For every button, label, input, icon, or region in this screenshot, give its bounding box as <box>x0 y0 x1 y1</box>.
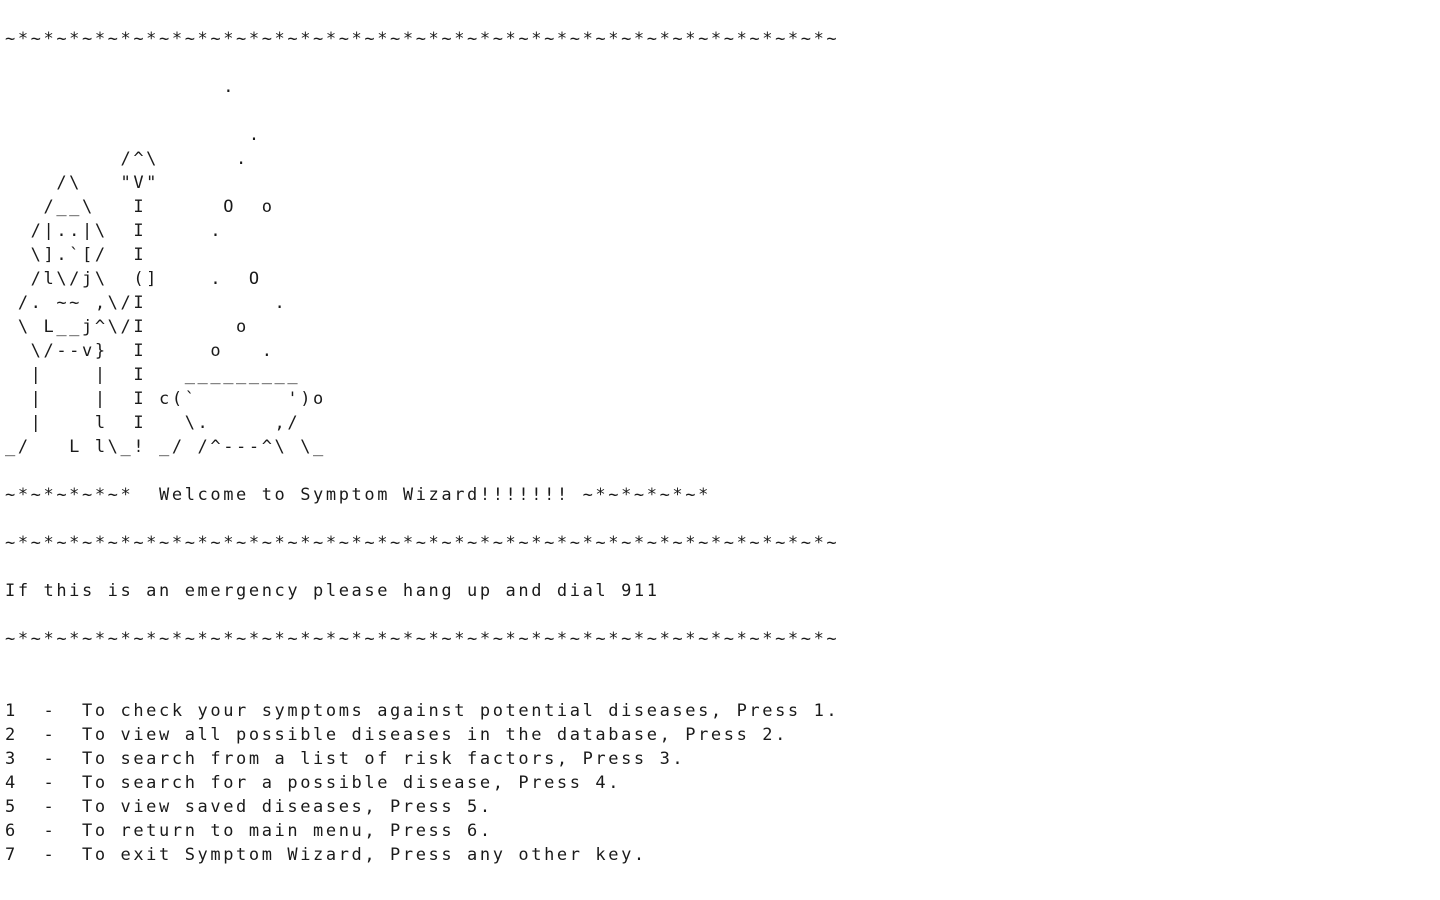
wizard-art-line: /l\/j\ (] . O <box>5 269 262 289</box>
wizard-art-line: /\ "V" <box>5 173 160 193</box>
emergency-notice: If this is an emergency please hang up a… <box>5 581 660 601</box>
wizard-art-line: | l I \. ,/ <box>5 413 301 433</box>
wizard-art-line: /|..|\ I . <box>5 221 224 241</box>
wizard-art-line: . <box>5 125 262 145</box>
menu-option-5: 5 - To view saved diseases, Press 5. <box>5 797 493 817</box>
menu-option-6: 6 - To return to main menu, Press 6. <box>5 821 493 841</box>
wizard-art-line: _/ L l\_! _/ /^---^\ \_ <box>5 437 326 457</box>
menu-option-2: 2 - To view all possible diseases in the… <box>5 725 788 745</box>
wizard-art-line: \].`[/ I <box>5 245 147 265</box>
top-border: ~*~*~*~*~*~*~*~*~*~*~*~*~*~*~*~*~*~*~*~*… <box>5 29 840 49</box>
menu-option-4: 4 - To search for a possible disease, Pr… <box>5 773 622 793</box>
welcome-banner: ~*~*~*~*~* Welcome to Symptom Wizard!!!!… <box>5 485 711 505</box>
wizard-art-line: | | I _________ <box>5 365 301 385</box>
bottom-border: ~*~*~*~*~*~*~*~*~*~*~*~*~*~*~*~*~*~*~*~*… <box>5 629 840 649</box>
wizard-art-line: . <box>5 77 237 97</box>
terminal-window[interactable]: ~*~*~*~*~*~*~*~*~*~*~*~*~*~*~*~*~*~*~*~*… <box>0 0 1440 900</box>
wizard-art-line: /. ~~ ,\/I . <box>5 293 288 313</box>
wizard-art-line: | | I c(` ')o <box>5 389 326 409</box>
wizard-art-line: \ L__j^\/I o <box>5 317 249 337</box>
wizard-art-line: \/--v} I o . <box>5 341 275 361</box>
menu-option-3: 3 - To search from a list of risk factor… <box>5 749 686 769</box>
wizard-art-line: /__\ I O o <box>5 197 275 217</box>
middle-border: ~*~*~*~*~*~*~*~*~*~*~*~*~*~*~*~*~*~*~*~*… <box>5 533 840 553</box>
menu-option-7: 7 - To exit Symptom Wizard, Press any ot… <box>5 845 647 865</box>
menu-option-1: 1 - To check your symptoms against poten… <box>5 701 840 721</box>
wizard-art-line: /^\ . <box>5 149 249 169</box>
